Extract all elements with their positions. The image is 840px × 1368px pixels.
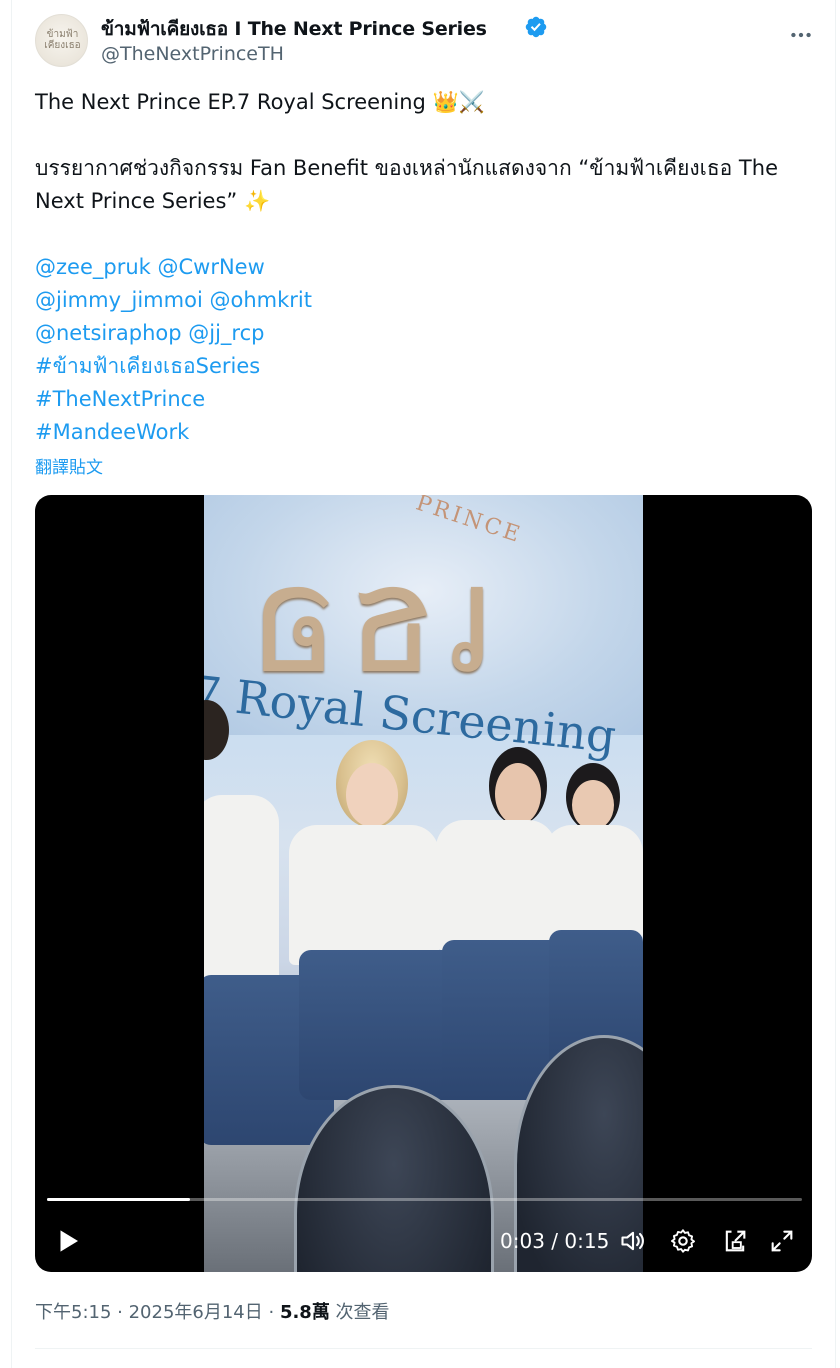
tweet-line-title: The Next Prince EP.7 Royal Screening 👑⚔️	[35, 90, 485, 114]
cast-member-face	[346, 763, 398, 827]
avatar[interactable]: ข้ามฟ้า เคียงเธอ	[35, 14, 88, 67]
tweet-line-description-2: Next Prince Series” ✨	[35, 189, 271, 213]
meta-separator: ·	[262, 1302, 280, 1323]
mention-link[interactable]: @zee_pruk	[35, 255, 151, 279]
mention-link[interactable]: @ohmkrit	[209, 288, 311, 312]
views-count: 5.8萬	[279, 1302, 330, 1323]
tweet-line-description-1: บรรยากาศช่วงกิจกรรม Fan Benefit ของเหล่า…	[35, 156, 778, 180]
video-controls: 0:03 / 0:15	[35, 1222, 812, 1262]
cast-member-face	[495, 763, 541, 825]
post-date[interactable]: 2025年6月14日	[129, 1302, 263, 1323]
more-options-icon[interactable]	[788, 22, 814, 48]
video-progress-bar[interactable]	[47, 1198, 802, 1201]
cast-member-shirt	[289, 825, 439, 965]
tweet-meta: 下午5:15 · 2025年6月14日 · 5.8萬 次查看	[35, 1298, 390, 1324]
verified-badge-icon[interactable]	[524, 15, 548, 39]
tweet-header: ข้ามฟ้า เคียงเธอ ข้ามฟ้าเคียงเธอ I The N…	[35, 12, 815, 72]
picture-in-picture-icon[interactable]	[721, 1227, 749, 1255]
divider	[35, 1348, 812, 1349]
video-time: 0:03 / 0:15	[500, 1229, 609, 1253]
cast-member-face	[572, 780, 614, 830]
hashtag-link[interactable]: #ข้ามฟ้าเคียงเธอSeries	[35, 350, 815, 383]
cast-member-shirt	[204, 795, 279, 985]
mention-link[interactable]: @jj_rcp	[188, 321, 264, 345]
mention-link[interactable]: @netsiraphop	[35, 321, 182, 345]
avatar-logo: ข้ามฟ้า เคียงเธอ	[40, 29, 85, 51]
hashtag-link[interactable]: #MandeeWork	[35, 416, 815, 449]
time-separator: /	[544, 1229, 565, 1253]
video-frame: เธอ PRINCE 7 Royal Screening	[204, 495, 643, 1272]
mentions-row-1: @zee_pruk @CwrNew	[35, 251, 815, 284]
event-backdrop: เธอ PRINCE 7 Royal Screening	[204, 495, 643, 763]
meta-separator: ·	[111, 1302, 129, 1323]
cast-member-shirt	[436, 820, 556, 950]
video-progress-fill	[47, 1198, 191, 1201]
volume-icon[interactable]	[619, 1227, 647, 1255]
mention-link[interactable]: @jimmy_jimmoi	[35, 288, 203, 312]
duration: 0:15	[564, 1229, 610, 1253]
play-icon[interactable]	[53, 1226, 83, 1256]
mention-link[interactable]: @CwrNew	[158, 255, 265, 279]
avatar-text-line2: เคียงเธอ	[44, 40, 81, 51]
video-player[interactable]: เธอ PRINCE 7 Royal Screening 0:03 / 0:15	[35, 495, 812, 1272]
fullscreen-icon[interactable]	[768, 1227, 796, 1255]
display-name[interactable]: ข้ามฟ้าเคียงเธอ I The Next Prince Series	[101, 14, 487, 44]
mentions-row-2: @jimmy_jimmoi @ohmkrit	[35, 284, 815, 317]
hashtag-link[interactable]: #TheNextPrince	[35, 383, 815, 416]
avatar-text-line1: ข้ามฟ้า	[46, 29, 79, 40]
post-time[interactable]: 下午5:15	[35, 1302, 111, 1323]
translate-post-link[interactable]: 翻譯貼文	[35, 453, 103, 478]
handle[interactable]: @TheNextPrinceTH	[101, 43, 284, 65]
mentions-row-3: @netsiraphop @jj_rcp	[35, 317, 815, 350]
current-time: 0:03	[500, 1229, 545, 1253]
views-label: 次查看	[329, 1302, 390, 1323]
settings-gear-icon[interactable]	[669, 1227, 697, 1255]
cast-member-shirt	[544, 825, 643, 940]
